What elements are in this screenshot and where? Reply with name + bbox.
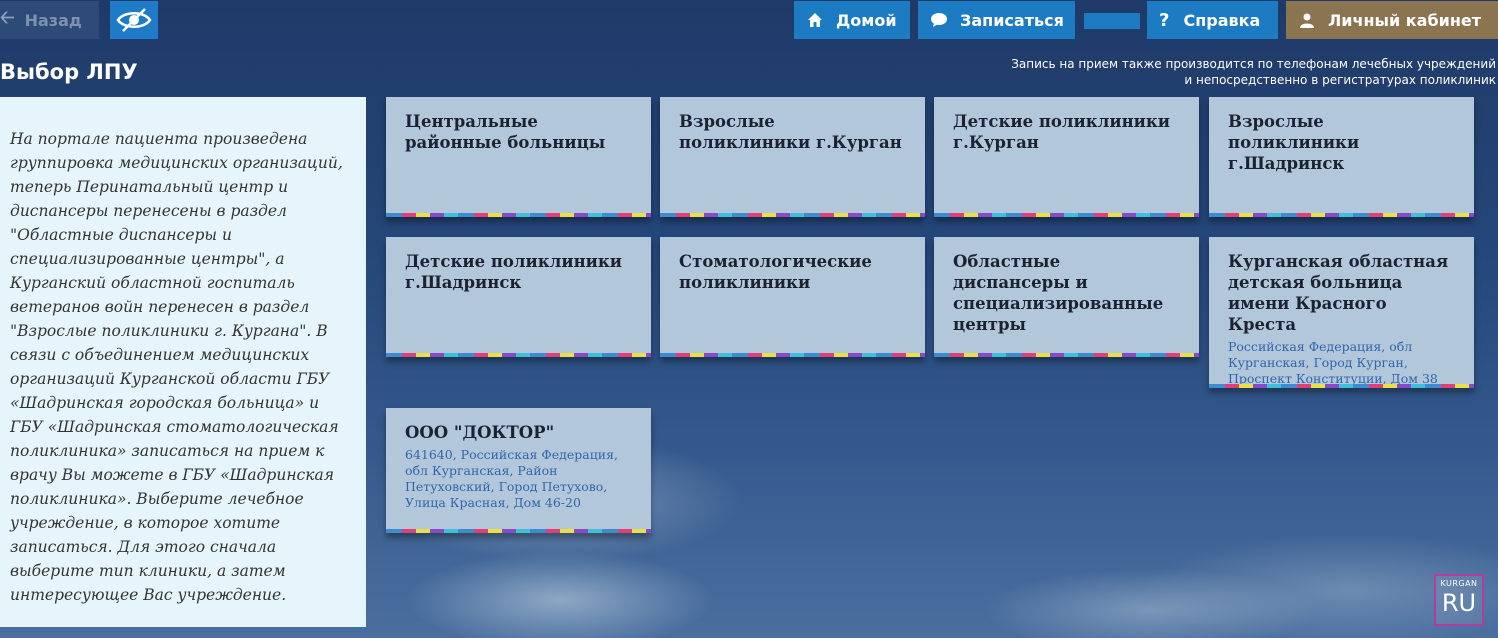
tile-stripe [1209, 384, 1474, 388]
tile-title: Стоматологические поликлиники [679, 252, 872, 292]
accessibility-eye-button[interactable] [110, 1, 158, 39]
tile-title: Взрослые поликлиники г.Курган [679, 112, 902, 152]
signup-button[interactable]: Записаться [918, 1, 1075, 39]
tile-title: ООО "ДОКТОР" [405, 423, 555, 442]
blank-nav-button[interactable] [1084, 13, 1140, 29]
home-button-label: Домой [836, 10, 897, 30]
arrow-left-icon: 🡠 [0, 7, 15, 28]
logo-small-text: KURGAN [1440, 579, 1478, 588]
personal-cabinet-button[interactable]: Личный кабинет [1286, 1, 1498, 39]
top-bar: 🡠 Назад Домой Записаться ? Справка Личны… [0, 0, 1498, 40]
tile-title: Детские поликлиники г.Шадринск [405, 252, 623, 292]
tile-children-clinics-kurgan[interactable]: Детские поликлиники г.Курган [934, 97, 1199, 217]
phone-notice: Запись на прием также производится по те… [996, 56, 1496, 88]
tile-adult-clinics-shadrinsk[interactable]: Взрослые поликлиники г.Шадринск [1209, 97, 1474, 217]
tile-adult-clinics-kurgan[interactable]: Взрослые поликлиники г.Курган [660, 97, 925, 217]
back-button-label: Назад [24, 10, 82, 30]
tile-stripe [934, 213, 1199, 217]
eye-slash-icon [116, 8, 152, 32]
tile-address: 641640, Российская Федерация, обл Курган… [405, 447, 618, 510]
tile-dental-clinics[interactable]: Стоматологические поликлиники [660, 237, 925, 357]
tile-address: Российская Федерация, обл Курганская, Го… [1228, 339, 1438, 386]
logo-big-text: RU [1441, 589, 1477, 617]
tile-title: Областные диспансеры и специализированны… [953, 252, 1164, 334]
tile-title: Центральные районные больницы [405, 112, 606, 152]
user-icon [1298, 11, 1316, 29]
notice-line-2: и непосредственно в регистратурах поликл… [1184, 73, 1496, 87]
tile-title: Курганская областная детская больница им… [1228, 252, 1449, 334]
tile-stripe [660, 213, 925, 217]
tile-ooo-doktor[interactable]: ООО "ДОКТОР" 641640, Российская Федераци… [386, 408, 651, 533]
home-icon [806, 11, 824, 29]
kurgan-ru-logo[interactable]: KURGAN RU [1434, 574, 1484, 626]
back-button[interactable]: 🡠 Назад [0, 1, 99, 39]
tile-stripe [660, 353, 925, 357]
tile-central-district-hospitals[interactable]: Центральные районные больницы [386, 97, 651, 217]
personal-cabinet-label: Личный кабинет [1328, 10, 1482, 30]
tile-regional-dispensaries[interactable]: Областные диспансеры и специализированны… [934, 237, 1199, 357]
home-button[interactable]: Домой [794, 1, 910, 39]
tile-stripe [1209, 213, 1474, 217]
speech-bubble-icon [930, 11, 948, 29]
info-panel: На портале пациента произведена группиро… [0, 97, 366, 627]
tile-regional-children-hospital[interactable]: Курганская областная детская больница им… [1209, 237, 1474, 388]
help-button-label: Справка [1183, 10, 1261, 30]
info-text: На портале пациента произведена группиро… [10, 130, 343, 604]
signup-button-label: Записаться [960, 10, 1064, 30]
tile-stripe [934, 353, 1199, 357]
notice-line-1: Запись на прием также производится по те… [1011, 57, 1496, 71]
question-icon: ? [1159, 9, 1170, 31]
tile-stripe [386, 529, 651, 533]
tile-title: Детские поликлиники г.Курган [953, 112, 1171, 152]
page-title: Выбор ЛПУ [0, 60, 138, 84]
tile-stripe [386, 353, 651, 357]
tile-stripe [386, 213, 651, 217]
help-button[interactable]: ? Справка [1147, 1, 1278, 39]
tile-title: Взрослые поликлиники г.Шадринск [1228, 112, 1360, 173]
tile-children-clinics-shadrinsk[interactable]: Детские поликлиники г.Шадринск [386, 237, 651, 357]
